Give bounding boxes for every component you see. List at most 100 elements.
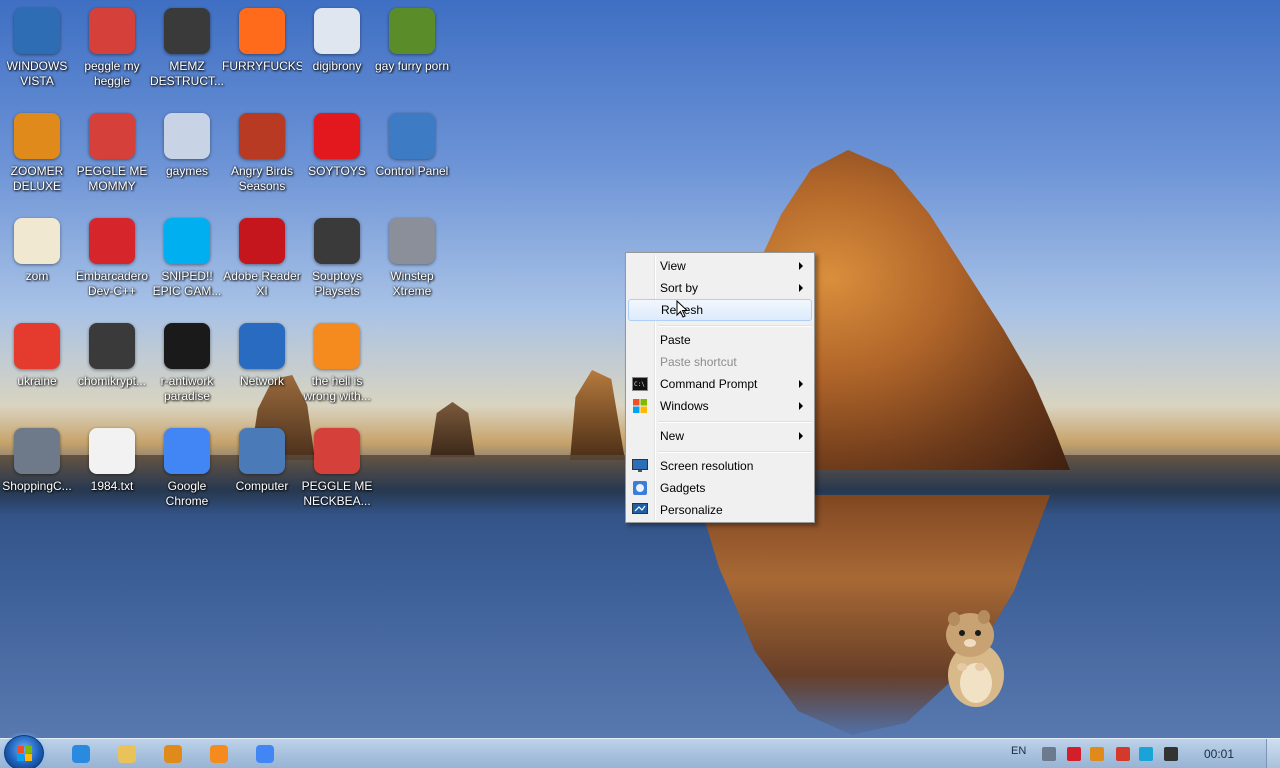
desktop-icon-label: 1984.txt: [90, 479, 134, 493]
desktop-icon[interactable]: 1984.txt: [75, 422, 149, 522]
language-indicator[interactable]: EN: [1011, 745, 1026, 757]
clock-file-icon: [314, 218, 360, 264]
desktop-icon[interactable]: Google Chrome: [150, 422, 224, 522]
desktop-icon-label: Google Chrome: [165, 479, 209, 508]
uc-browser-icon: [314, 323, 360, 369]
desktop-icon[interactable]: gaymes: [150, 107, 224, 207]
uc-browser-icon-glyph: [210, 745, 228, 763]
menu-item-label: Screen resolution: [660, 459, 754, 473]
desktop-icon-label: Network: [239, 374, 284, 388]
desktop-icon-label: digibrony: [312, 59, 362, 73]
flag-tray-icon[interactable]: [1116, 747, 1130, 761]
desktop-icon-label: SNIPED!! EPIC GAM...: [152, 269, 222, 298]
desktop-icon-label: ukraine: [17, 374, 57, 388]
desktop-icon[interactable]: SNIPED!! EPIC GAM...: [150, 212, 224, 312]
desktop-icon-label: chomikrypt...: [77, 374, 146, 388]
desktop-icon-label: Computer: [235, 479, 289, 493]
desktop-icon[interactable]: Winstep Xtreme: [375, 212, 449, 312]
display-tray-icon[interactable]: [1139, 747, 1153, 761]
s-logo-icon: [314, 113, 360, 159]
desktop-icon[interactable]: Angry Birds Seasons: [225, 107, 299, 207]
menu-item-label: Paste: [660, 333, 691, 347]
start-button[interactable]: [4, 735, 44, 768]
peggle-icon: [89, 8, 135, 54]
menu-item-personalize[interactable]: Personalize: [628, 499, 812, 521]
zoomer-icon: [14, 113, 60, 159]
firefox-icon: [239, 8, 285, 54]
screen-resolution-icon: [632, 458, 648, 474]
desktop-icon[interactable]: Souptoys Playsets: [300, 212, 374, 312]
peggle-icon: [89, 113, 135, 159]
file-explorer-icon[interactable]: [116, 743, 138, 765]
menu-item-label: Personalize: [660, 503, 723, 517]
desktop-icon[interactable]: ShoppingC...: [0, 422, 74, 522]
desktop-context-menu: View Sort by Refresh Paste Paste shortcu…: [625, 252, 815, 523]
search-tray-icon[interactable]: [1090, 747, 1104, 761]
uc-browser-icon[interactable]: [208, 743, 230, 765]
desktop-icon[interactable]: FURRYFUCKS: [222, 2, 302, 102]
menu-item-paste[interactable]: Paste: [628, 329, 812, 351]
menu-separator: [658, 325, 812, 327]
desktop-icon[interactable]: MEMZ DESTRUCT...: [150, 2, 224, 102]
menu-item-label: View: [660, 259, 686, 273]
desktop-icon-label: Souptoys Playsets: [311, 269, 363, 298]
wallpaper-rock-small: [570, 370, 625, 460]
windows-logo-icon: [17, 746, 32, 761]
desktop-icon-label: SOYTOYS: [308, 164, 366, 178]
desktop-icon[interactable]: Computer: [225, 422, 299, 522]
desktop-icon[interactable]: Adobe Reader XI: [223, 212, 301, 312]
network-tray-icon[interactable]: [1042, 747, 1056, 761]
desktop-icon-label: ShoppingC...: [2, 479, 72, 493]
menu-item-label: Windows: [660, 399, 709, 413]
desktop-icon[interactable]: Embarcadero Dev-C++: [75, 212, 149, 312]
submenu-arrow-icon: [799, 380, 803, 388]
desktop-icon[interactable]: r-antiwork paradise: [150, 317, 224, 417]
submenu-arrow-icon: [799, 284, 803, 292]
menu-item-label: Sort by: [660, 281, 699, 295]
menu-item-windows[interactable]: Windows: [628, 395, 812, 417]
menu-item-screen-resolution[interactable]: Screen resolution: [628, 455, 812, 477]
desktop-icon[interactable]: PEGGLE ME NECKBEA...: [300, 422, 374, 522]
menu-item-view[interactable]: View: [628, 255, 812, 277]
pdf-icon: [239, 218, 285, 264]
desktop-icon[interactable]: ZOOMER DELUXE: [0, 107, 74, 207]
submenu-arrow-icon: [799, 432, 803, 440]
desktop-icon[interactable]: PEGGLE ME MOMMY: [75, 107, 149, 207]
taskbar-clock[interactable]: 00:01: [1196, 747, 1242, 761]
menu-item-sort-by[interactable]: Sort by: [628, 277, 812, 299]
submenu-arrow-icon: [799, 402, 803, 410]
desktop-icon-label: Adobe Reader XI: [223, 269, 301, 298]
chrome-icon[interactable]: [254, 743, 276, 765]
antivirus-tray-icon[interactable]: [1067, 747, 1081, 761]
desktop-icon[interactable]: SOYTOYS: [300, 107, 374, 207]
desktop-icon-label: FURRYFUCKS: [222, 59, 302, 73]
desktop-icon[interactable]: gay furry porn: [375, 2, 449, 102]
hamster-desktop-pet[interactable]: [940, 605, 1010, 710]
desktop-icon[interactable]: WINDOWS VISTA: [0, 2, 74, 102]
vista-orb-icon: [14, 8, 60, 54]
desktop-icon[interactable]: the hell is wrong with...: [300, 317, 374, 417]
desktop-icon[interactable]: zom: [0, 212, 74, 312]
chrome-icon-glyph: [256, 745, 274, 763]
menu-item-refresh[interactable]: Refresh: [628, 299, 812, 321]
desktop-icon-label: Embarcadero Dev-C++: [75, 269, 149, 298]
internet-explorer-icon[interactable]: [70, 743, 92, 765]
show-desktop-button[interactable]: [1266, 739, 1280, 768]
desktop-icon[interactable]: ukraine: [0, 317, 74, 417]
desktop-icon[interactable]: Network: [225, 317, 299, 417]
menu-item-command-prompt[interactable]: C:\ Command Prompt: [628, 373, 812, 395]
desktop-icon-label: WINDOWS VISTA: [6, 59, 68, 88]
desktop-icon[interactable]: Control Panel: [375, 107, 449, 207]
desktop-icon[interactable]: chomikrypt...: [75, 317, 149, 417]
menu-item-gadgets[interactable]: Gadgets: [628, 477, 812, 499]
peggle-icon: [314, 428, 360, 474]
menu-item-new[interactable]: New: [628, 425, 812, 447]
text-file-icon: [89, 428, 135, 474]
desktop-icon-label: the hell is wrong with...: [303, 374, 371, 403]
media-player-icon[interactable]: [162, 743, 184, 765]
windows-flag-icon: [632, 398, 648, 414]
desktop-icon[interactable]: peggle my heggle: [75, 2, 149, 102]
volume-tray-icon[interactable]: [1164, 747, 1178, 761]
skype-icon: [164, 218, 210, 264]
desktop-icon[interactable]: digibrony: [300, 2, 374, 102]
